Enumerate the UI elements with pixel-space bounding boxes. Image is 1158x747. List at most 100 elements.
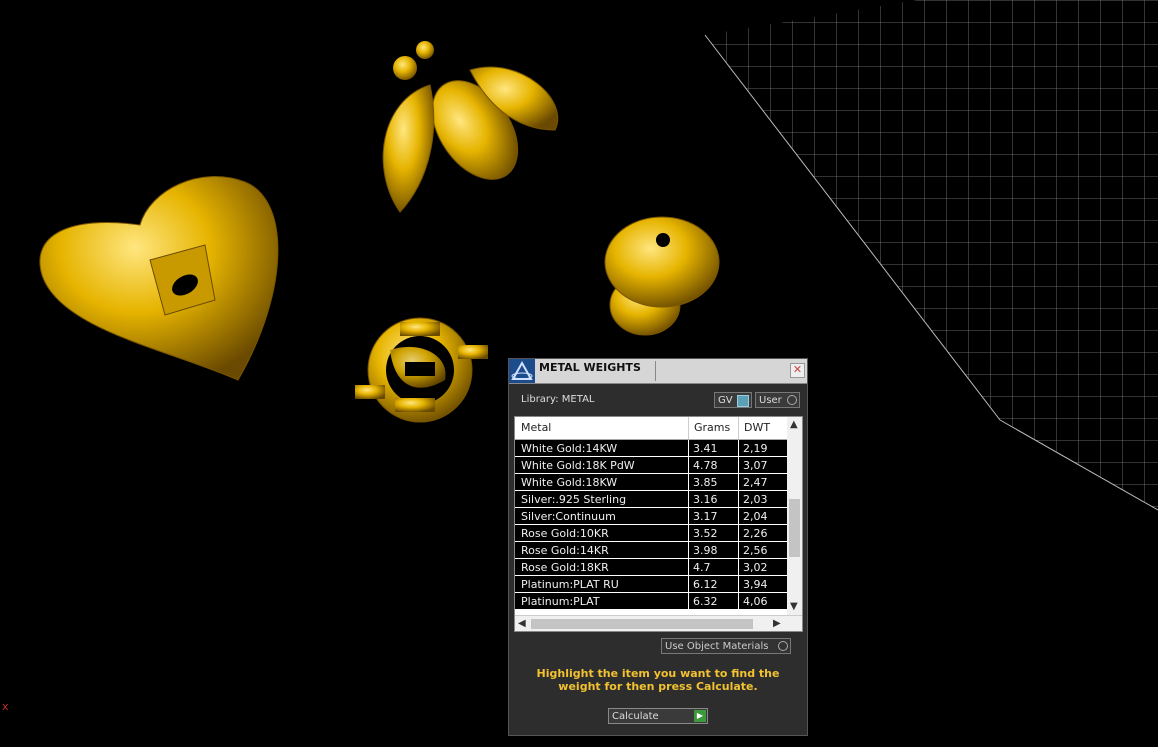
vertical-scroll-thumb[interactable] <box>789 499 800 557</box>
cell-dwt: 2,47 <box>743 476 768 489</box>
table-row[interactable]: Rose Gold:18KR 4.7 3,02 <box>515 559 787 576</box>
table-body: White Gold:14KW 3.41 2,19 White Gold:18K P… <box>515 440 787 610</box>
header-metal[interactable]: Metal <box>521 421 551 434</box>
table-header: Metal Grams DWT <box>515 417 787 440</box>
cell-grams: 3.17 <box>693 510 718 523</box>
title-divider <box>655 361 656 381</box>
cell-grams: 6.12 <box>693 578 718 591</box>
table-row[interactable]: Silver:.925 Sterling 3.16 2,03 <box>515 491 787 508</box>
cell-divider <box>688 593 689 609</box>
cell-dwt: 2,26 <box>743 527 768 540</box>
scroll-right-icon[interactable]: ▶ <box>773 618 781 629</box>
panel-title: METAL WEIGHTS <box>539 361 641 374</box>
cell-divider <box>688 576 689 592</box>
cell-metal: Rose Gold:10KR <box>521 527 609 540</box>
header-divider <box>738 417 739 439</box>
table-row[interactable]: Rose Gold:14KR 3.98 2,56 <box>515 542 787 559</box>
cell-divider <box>738 440 739 456</box>
cell-divider <box>738 508 739 524</box>
cell-divider <box>688 559 689 575</box>
metal-table: Metal Grams DWT White Gold:14KW 3.41 2,19 … <box>514 416 803 632</box>
cell-divider <box>688 525 689 541</box>
table-row[interactable]: Rose Gold:10KR 3.52 2,26 <box>515 525 787 542</box>
instructions-text: Highlight the item you want to find the … <box>536 667 780 693</box>
cell-grams: 4.78 <box>693 459 718 472</box>
cell-grams: 3.98 <box>693 544 718 557</box>
use-object-materials-label: Use Object Materials <box>665 641 769 652</box>
cell-dwt: 3,02 <box>743 561 768 574</box>
table-row[interactable]: White Gold:18K PdW 4.78 3,07 <box>515 457 787 474</box>
user-label: User <box>759 395 782 406</box>
cell-divider <box>738 457 739 473</box>
radio-icon <box>778 641 788 651</box>
cell-metal: Rose Gold:18KR <box>521 561 609 574</box>
calculate-label: Calculate <box>612 711 659 722</box>
close-icon: ✕ <box>792 363 803 376</box>
use-object-materials-toggle[interactable]: Use Object Materials <box>661 638 791 654</box>
user-radio-icon <box>787 395 797 405</box>
cell-metal: White Gold:18KW <box>521 476 618 489</box>
cell-divider <box>688 457 689 473</box>
cell-metal: Platinum:PLAT RU <box>521 578 619 591</box>
cell-dwt: 2,04 <box>743 510 768 523</box>
horizontal-scrollbar[interactable]: ◀ ▶ <box>515 615 802 631</box>
user-toggle[interactable]: User <box>755 392 800 408</box>
close-button[interactable]: ✕ <box>790 363 805 378</box>
cell-grams: 4.7 <box>693 561 711 574</box>
cell-divider <box>738 491 739 507</box>
scroll-left-icon[interactable]: ◀ <box>518 618 526 629</box>
cell-dwt: 3,94 <box>743 578 768 591</box>
play-icon: ▶ <box>694 710 706 722</box>
cell-divider <box>738 542 739 558</box>
table-row[interactable]: White Gold:18KW 3.85 2,47 <box>515 474 787 491</box>
panel-titlebar[interactable]: METAL WEIGHTS ✕ <box>509 359 807 384</box>
table-row[interactable]: Silver:Continuum 3.17 2,04 <box>515 508 787 525</box>
cell-metal: Rose Gold:14KR <box>521 544 609 557</box>
cell-divider <box>738 593 739 609</box>
cell-divider <box>738 559 739 575</box>
horizontal-scroll-thumb[interactable] <box>531 619 753 629</box>
cell-divider <box>688 542 689 558</box>
table-row[interactable]: White Gold:14KW 3.41 2,19 <box>515 440 787 457</box>
calculate-button[interactable]: Calculate ▶ <box>608 708 708 724</box>
cell-metal: Silver:.925 Sterling <box>521 493 627 506</box>
table-row[interactable]: Platinum:PLAT RU 6.12 3,94 <box>515 576 787 593</box>
gv-label: GV <box>718 395 733 406</box>
gv-toggle[interactable]: GV <box>714 392 752 408</box>
cell-metal: White Gold:14KW <box>521 442 618 455</box>
header-grams[interactable]: Grams <box>694 421 730 434</box>
scroll-down-icon[interactable]: ▼ <box>790 601 798 612</box>
cell-divider <box>738 474 739 490</box>
cell-divider <box>738 525 739 541</box>
cell-grams: 3.41 <box>693 442 718 455</box>
cell-grams: 3.16 <box>693 493 718 506</box>
metal-weights-panel: METAL WEIGHTS ✕ Library: METAL GV User M… <box>508 358 808 736</box>
cell-metal: Silver:Continuum <box>521 510 616 523</box>
cell-dwt: 2,19 <box>743 442 768 455</box>
vertical-scrollbar[interactable]: ▲ ▼ <box>787 417 802 615</box>
gv-indicator-icon <box>737 395 749 407</box>
round-clasp[interactable] <box>604 216 720 336</box>
axis-label: x <box>2 700 9 713</box>
cell-divider <box>688 440 689 456</box>
library-label: Library: METAL <box>521 394 595 405</box>
table-row[interactable]: Platinum:PLAT 6.32 4,06 <box>515 593 787 610</box>
cell-grams: 3.52 <box>693 527 718 540</box>
cell-dwt: 2,03 <box>743 493 768 506</box>
header-divider <box>688 417 689 439</box>
cell-metal: Platinum:PLAT <box>521 595 600 608</box>
cell-grams: 6.32 <box>693 595 718 608</box>
cell-dwt: 4,06 <box>743 595 768 608</box>
heart-pendant[interactable] <box>39 176 279 381</box>
cell-divider <box>688 491 689 507</box>
cell-dwt: 3,07 <box>743 459 768 472</box>
header-dwt[interactable]: DWT <box>744 421 770 434</box>
scroll-up-icon[interactable]: ▲ <box>790 419 798 430</box>
bee-charm[interactable] <box>382 41 559 213</box>
cell-divider <box>738 576 739 592</box>
app-logo-icon <box>509 359 535 383</box>
cell-grams: 3.85 <box>693 476 718 489</box>
gear-emblem[interactable] <box>355 317 488 423</box>
cell-divider <box>688 474 689 490</box>
cell-dwt: 2,56 <box>743 544 768 557</box>
